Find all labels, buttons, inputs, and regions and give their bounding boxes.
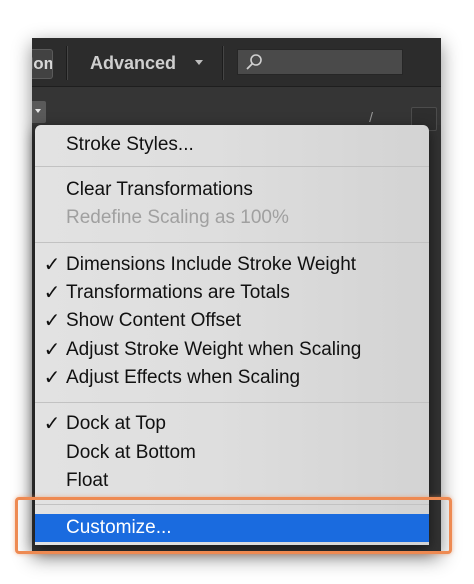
menu-divider [35, 166, 429, 167]
checkmark-icon: ✓ [43, 310, 61, 332]
app-toolbar: Home Advanced [32, 38, 441, 87]
menu-item-transformations-are-totals[interactable]: ✓ Transformations are Totals [35, 279, 429, 307]
menu-item-label: Stroke Styles... [66, 134, 194, 155]
checkmark-icon: ✓ [43, 413, 61, 435]
menu-item-label: Float [66, 470, 109, 491]
menu-item-show-content-offset[interactable]: ✓ Show Content Offset [35, 307, 429, 335]
chevron-down-icon[interactable] [195, 60, 203, 65]
menu-item-float[interactable]: Float [35, 467, 429, 495]
menu-item-label: Show Content Offset [66, 310, 241, 331]
checkmark-icon: ✓ [43, 282, 61, 304]
menu-item-label: Dock at Top [66, 413, 166, 434]
menu-item-label: Redefine Scaling as 100% [66, 207, 289, 228]
menu-item-dock-at-top[interactable]: ✓ Dock at Top [35, 410, 429, 438]
control-panel-strip: / [32, 87, 441, 131]
menu-item-label: Adjust Effects when Scaling [66, 367, 301, 388]
workspace-button[interactable]: Home [32, 49, 53, 79]
slash-icon: / [369, 109, 373, 125]
workspace-switcher[interactable]: Advanced [90, 51, 176, 75]
menu-item-label: Transformations are Totals [66, 282, 290, 303]
menu-item-adjust-stroke-weight[interactable]: ✓ Adjust Stroke Weight when Scaling [35, 336, 429, 364]
menu-divider [35, 242, 429, 243]
menu-item-label: Dimensions Include Stroke Weight [66, 254, 357, 275]
menu-item-label: Dock at Bottom [66, 442, 196, 463]
menu-item-clear-transformations[interactable]: Clear Transformations [35, 176, 429, 204]
menu-item-label: Clear Transformations [66, 179, 253, 200]
menu-item-label: Adjust Stroke Weight when Scaling [66, 339, 362, 360]
search-icon [246, 54, 262, 70]
menu-divider [35, 402, 429, 403]
search-input[interactable] [237, 49, 403, 75]
checkmark-icon: ✓ [43, 367, 61, 389]
toolbar-separator [222, 46, 223, 80]
toolbar-separator [66, 46, 67, 80]
menu-item-redefine-scaling: Redefine Scaling as 100% [35, 204, 429, 232]
menu-item-adjust-effects[interactable]: ✓ Adjust Effects when Scaling [35, 364, 429, 392]
highlight-callout-frame [15, 497, 452, 554]
checkmark-icon: ✓ [43, 339, 61, 361]
panel-menu-tab[interactable] [32, 101, 46, 123]
control-panel-menu: Stroke Styles... Clear Transformations R… [35, 125, 429, 545]
menu-item-dock-at-bottom[interactable]: Dock at Bottom [35, 439, 429, 467]
menu-item-stroke-styles[interactable]: Stroke Styles... [35, 131, 429, 159]
menu-item-dimensions-include-stroke-weight[interactable]: ✓ Dimensions Include Stroke Weight [35, 251, 429, 279]
checkmark-icon: ✓ [43, 254, 61, 276]
